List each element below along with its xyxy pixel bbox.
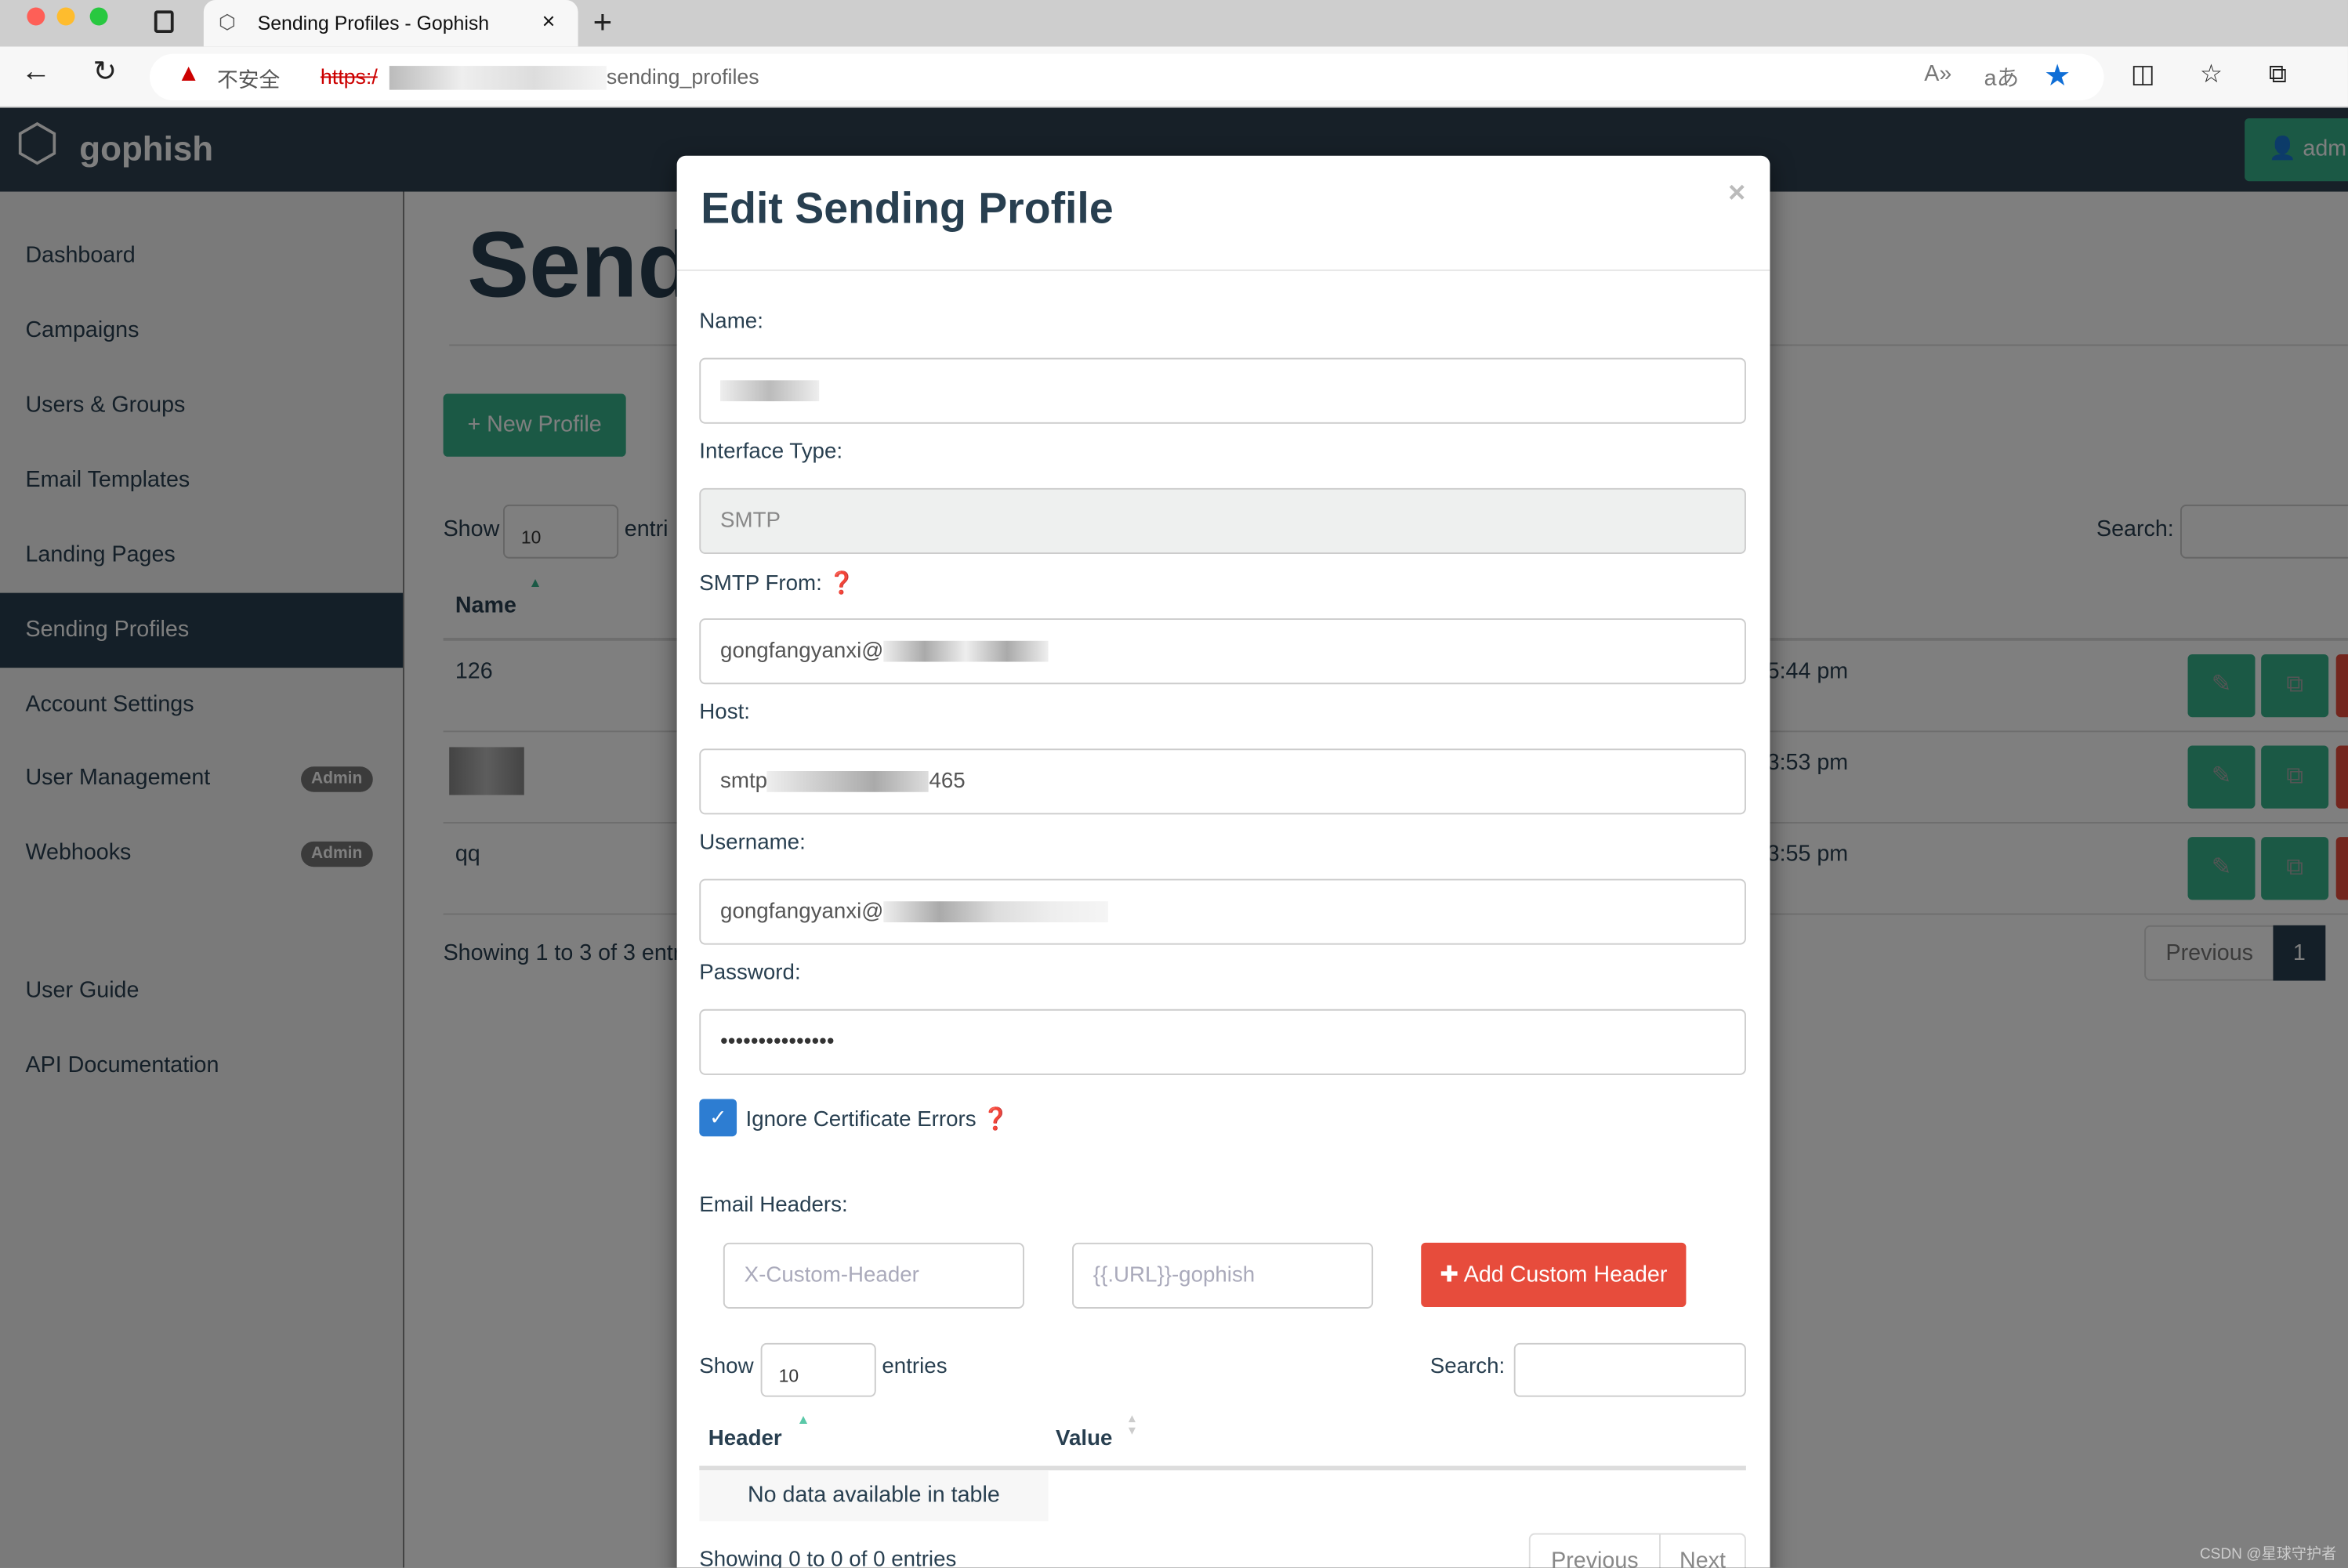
custom-header-name-input[interactable]: X-Custom-Header xyxy=(723,1242,1024,1309)
smtp-from-value: gongfangyanxi@ xyxy=(720,639,884,664)
browser-window: ⬡ Sending Profiles - Gophish × + ← ↻ ▲ 不… xyxy=(0,0,2348,1568)
sort-asc-icon: ▲ xyxy=(796,1411,810,1427)
sidebar-toggle-icon[interactable] xyxy=(154,10,174,34)
sort-both-icon: ▲ ▼ xyxy=(1125,1411,1138,1438)
translate-icon[interactable]: aあ xyxy=(1984,61,2020,92)
help-icon[interactable]: ❓ xyxy=(828,572,855,596)
host-prefix: smtp xyxy=(720,770,768,794)
ignore-cert-label: Ignore Certificate Errors xyxy=(745,1107,977,1132)
add-custom-header-button[interactable]: ✚ Add Custom Header xyxy=(1421,1242,1687,1308)
name-label: Name: xyxy=(699,310,763,335)
favorite-star-icon[interactable]: ★ xyxy=(2044,57,2071,95)
maximize-window-button[interactable] xyxy=(89,7,108,26)
modal-header-divider xyxy=(676,269,1770,271)
favorites-icon[interactable]: ☆ xyxy=(2200,60,2223,89)
url-scheme: https:/ xyxy=(320,64,378,89)
security-label: 不安全 xyxy=(217,67,281,92)
modal-title: Edit Sending Profile xyxy=(701,185,1114,234)
username-value: gongfangyanxi@ xyxy=(720,900,884,924)
tab-title: Sending Profiles - Gophish xyxy=(257,12,490,34)
tab-strip: ⬡ Sending Profiles - Gophish × + xyxy=(0,0,2348,47)
headers-previous-button[interactable]: Previous xyxy=(1528,1533,1661,1568)
name-input[interactable] xyxy=(699,357,1746,424)
username-label: Username: xyxy=(699,831,806,856)
password-input[interactable]: ••••••••••••••• xyxy=(699,1009,1746,1075)
close-window-button[interactable] xyxy=(27,7,45,26)
collections-icon[interactable]: ⧉ xyxy=(2269,60,2287,89)
gophish-favicon-icon: ⬡ xyxy=(218,10,236,34)
url-path: sending_profiles xyxy=(606,64,759,89)
custom-header-value-input[interactable]: {{.URL}}-gophish xyxy=(1072,1242,1374,1309)
column-header-header[interactable]: Header xyxy=(708,1427,782,1451)
edit-sending-profile-modal: Edit Sending Profile × Name: Interface T… xyxy=(676,155,1770,1568)
show-label: Show xyxy=(699,1355,754,1379)
redacted-host xyxy=(767,771,929,793)
redacted-domain xyxy=(883,641,1049,662)
headers-next-button[interactable]: Next xyxy=(1659,1533,1746,1568)
host-input[interactable]: smtp 465 xyxy=(699,748,1746,815)
minimize-window-button[interactable] xyxy=(56,7,75,26)
close-tab-icon[interactable]: × xyxy=(542,9,556,34)
empty-table-message: No data available in table xyxy=(699,1470,1049,1522)
address-bar[interactable]: ▲ 不安全 https:/ sending_profiles A» aあ ★ xyxy=(150,53,2104,101)
search-label: Search: xyxy=(1429,1355,1506,1379)
host-label: Host: xyxy=(699,701,750,725)
email-headers-label: Email Headers: xyxy=(699,1193,848,1218)
warning-icon: ▲ xyxy=(176,61,201,87)
password-label: Password: xyxy=(699,961,801,986)
host-port: 465 xyxy=(929,770,966,794)
headers-search-input[interactable] xyxy=(1513,1342,1746,1397)
reload-icon[interactable]: ↻ xyxy=(92,56,116,90)
close-modal-button[interactable]: × xyxy=(1728,176,1745,211)
headers-page-length-select[interactable]: 10 xyxy=(760,1342,876,1397)
headers-table-info: Showing 0 to 0 of 0 entries xyxy=(699,1548,957,1568)
smtp-from-input[interactable]: gongfangyanxi@ xyxy=(699,618,1746,685)
username-input[interactable]: gongfangyanxi@ xyxy=(699,878,1746,945)
help-icon[interactable]: ❓ xyxy=(982,1108,1009,1132)
smtp-from-label: SMTP From: xyxy=(699,571,822,596)
new-tab-icon[interactable]: + xyxy=(593,3,613,42)
redacted-name xyxy=(720,380,820,402)
interface-type-label: Interface Type: xyxy=(699,440,843,465)
add-custom-header-label: Add Custom Header xyxy=(1463,1262,1668,1288)
split-screen-icon[interactable]: ◫ xyxy=(2131,60,2155,89)
browser-tab[interactable]: ⬡ Sending Profiles - Gophish × xyxy=(203,0,578,47)
entries-label: entries xyxy=(882,1355,948,1379)
ignore-cert-checkbox[interactable]: ✓ xyxy=(699,1099,737,1137)
read-aloud-icon[interactable]: A» xyxy=(1924,61,1951,86)
column-header-value[interactable]: Value xyxy=(1056,1427,1112,1451)
redacted-host xyxy=(389,66,607,90)
back-icon[interactable]: ← xyxy=(21,56,51,90)
redacted-domain xyxy=(883,901,1109,923)
watermark: CSDN @星球守护者 xyxy=(2199,1546,2337,1563)
interface-type-input: SMTP xyxy=(699,487,1746,554)
